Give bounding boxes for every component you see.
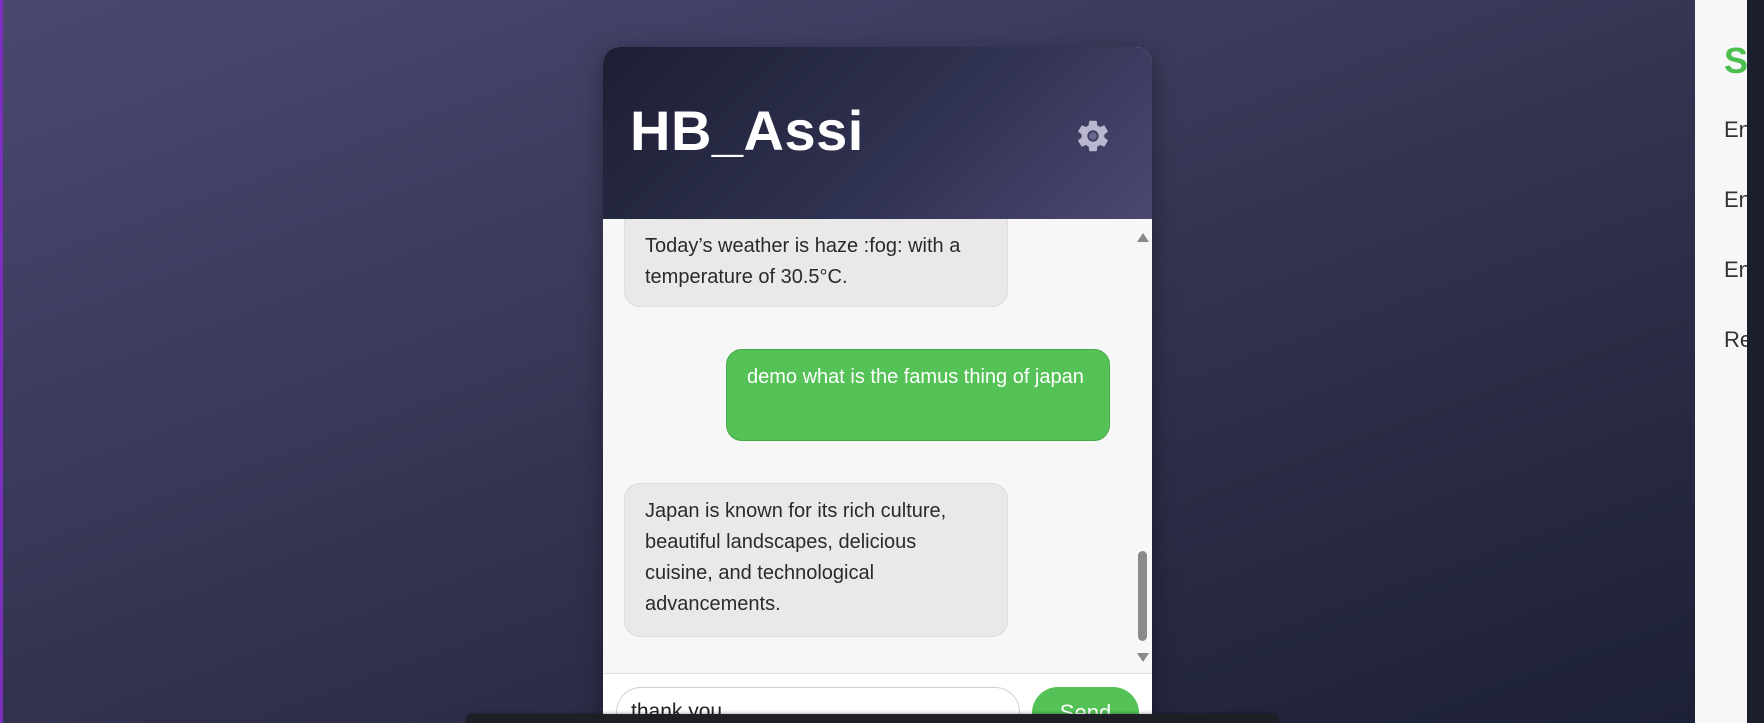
scroll-up-arrow-icon[interactable] <box>1137 233 1149 242</box>
user-message: demo what is the famus thing of japan <box>726 349 1110 441</box>
bot-message: Today’s weather is haze :fog: with a tem… <box>624 219 1008 307</box>
window-right-edge <box>1747 0 1764 723</box>
scroll-down-arrow-icon[interactable] <box>1137 653 1149 662</box>
window-left-edge <box>0 0 3 723</box>
chat-header: HB_Assi <box>603 47 1152 219</box>
chat-widget: HB_Assi Today’s weather is haze :fog: wi… <box>603 47 1152 723</box>
message-scrollbar[interactable] <box>1133 219 1152 673</box>
settings-button[interactable] <box>1074 117 1112 155</box>
bot-message: Japan is known for its rich culture, bea… <box>624 483 1008 637</box>
scrollbar-thumb[interactable] <box>1138 551 1147 641</box>
bottom-overlay-bar <box>466 714 1278 723</box>
message-list[interactable]: Today’s weather is haze :fog: with a tem… <box>603 219 1152 673</box>
gear-icon <box>1078 120 1108 152</box>
chat-title: HB_Assi <box>630 99 864 162</box>
